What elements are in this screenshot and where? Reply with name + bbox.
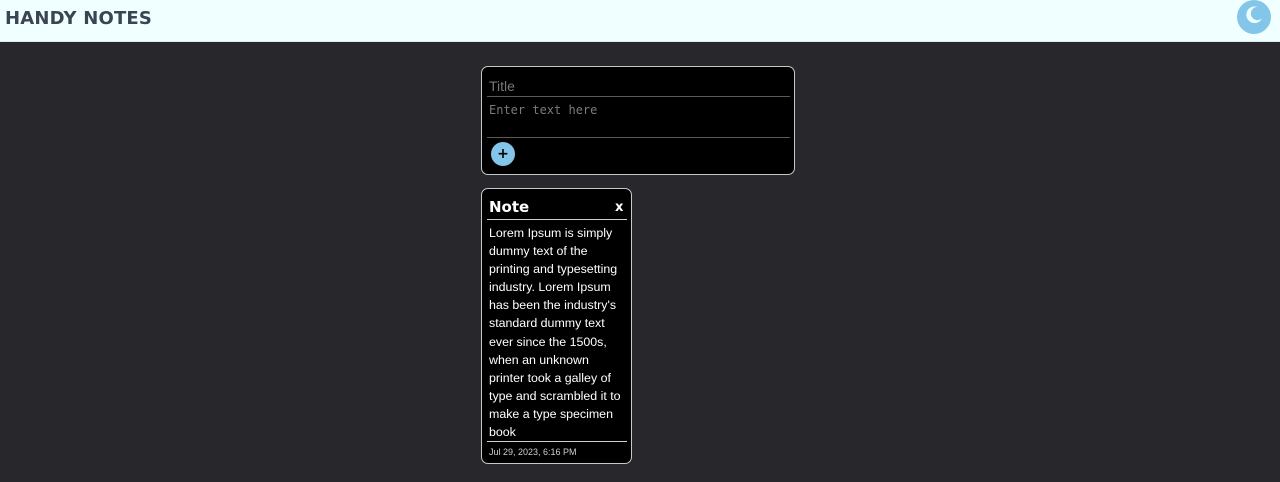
note-body: Lorem Ipsum is simply dummy text of the …	[489, 226, 621, 440]
delete-note-button[interactable]: x	[615, 200, 623, 215]
moon-icon	[1243, 4, 1265, 30]
add-note-button[interactable]: +	[491, 142, 515, 166]
note-timestamp: Jul 29, 2023, 6:16 PM	[489, 447, 577, 457]
theme-toggle-button[interactable]	[1237, 0, 1271, 34]
title-input[interactable]	[487, 73, 790, 97]
note-divider	[487, 441, 627, 442]
app-title: HANDY NOTES	[5, 8, 153, 29]
note-title: Note	[489, 198, 530, 216]
note-divider	[487, 219, 627, 220]
note-composer: +	[481, 66, 795, 175]
plus-icon: +	[497, 146, 509, 162]
note-text-input[interactable]	[487, 99, 790, 138]
note-card: Note x Lorem Ipsum is simply dummy text …	[481, 188, 632, 464]
app-header: HANDY NOTES	[0, 0, 1280, 42]
